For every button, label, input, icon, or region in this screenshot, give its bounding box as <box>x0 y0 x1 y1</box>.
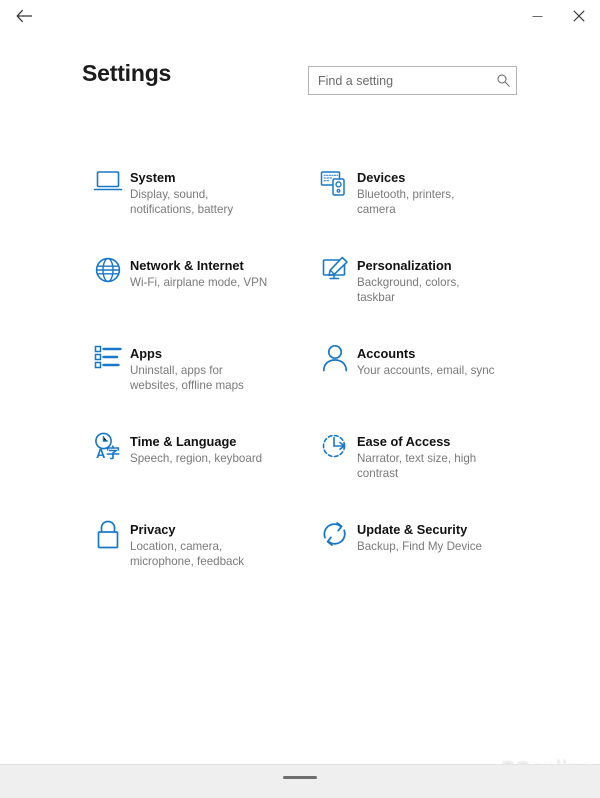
tile-description: Speech, region, keyboard <box>130 452 263 465</box>
tile-title: Time & Language <box>130 434 237 449</box>
bottom-bar <box>0 764 600 798</box>
globe-icon <box>86 255 130 296</box>
monitor-brush-icon <box>313 255 357 296</box>
tile-title: Privacy <box>130 522 176 537</box>
search-icon[interactable] <box>490 67 516 94</box>
tile-text: Accounts Your accounts, email, sync <box>357 343 494 378</box>
window-controls <box>516 0 600 32</box>
lock-icon <box>86 519 130 560</box>
tile-text: Personalization Background, colors, task… <box>357 255 495 305</box>
tile-title: Accounts <box>357 346 416 361</box>
title-bar <box>0 0 600 32</box>
settings-tile-time-language[interactable]: A 字 Time & Language Speech, region, keyb… <box>86 431 316 505</box>
tile-title: Network & Internet <box>130 258 244 273</box>
tile-text: Update & Security Backup, Find My Device <box>357 519 482 554</box>
settings-tile-privacy[interactable]: Privacy Location, camera, microphone, fe… <box>86 519 316 593</box>
search-box[interactable] <box>308 66 517 95</box>
settings-tile-personalization[interactable]: Personalization Background, colors, task… <box>313 255 543 329</box>
tile-description: Display, sound, notifications, battery <box>130 188 234 216</box>
settings-tile-system[interactable]: System Display, sound, notifications, ba… <box>86 167 316 241</box>
settings-tile-update-security[interactable]: Update & Security Backup, Find My Device <box>313 519 543 593</box>
tile-title: System <box>130 170 176 185</box>
devices-icon <box>313 167 357 208</box>
tile-description: Bluetooth, printers, camera <box>357 188 455 216</box>
tile-title: Devices <box>357 170 406 185</box>
tile-description: Backup, Find My Device <box>357 540 483 553</box>
tile-text: Privacy Location, camera, microphone, fe… <box>130 519 268 569</box>
settings-tile-accounts[interactable]: Accounts Your accounts, email, sync <box>313 343 543 417</box>
tile-text: Network & Internet Wi-Fi, airplane mode,… <box>130 255 267 290</box>
minimize-button[interactable] <box>516 0 558 32</box>
tile-description: Narrator, text size, high contrast <box>357 452 477 480</box>
tile-text: Ease of Access Narrator, text size, high… <box>357 431 495 481</box>
tile-title: Apps <box>130 346 162 361</box>
clock-language-icon: A 字 <box>86 431 130 472</box>
tile-text: System Display, sound, notifications, ba… <box>130 167 268 217</box>
home-indicator[interactable] <box>283 776 317 779</box>
person-icon <box>313 343 357 384</box>
back-button[interactable] <box>4 0 44 32</box>
minimize-icon <box>532 15 542 17</box>
search-input[interactable] <box>309 67 490 94</box>
magnifier-icon <box>496 74 510 87</box>
settings-tile-apps[interactable]: Apps Uninstall, apps for websites, offli… <box>86 343 316 417</box>
tile-description: Your accounts, email, sync <box>357 364 495 377</box>
laptop-icon <box>86 167 130 208</box>
tile-description: Background, colors, taskbar <box>357 276 460 304</box>
list-icon <box>86 343 130 384</box>
settings-tile-ease-of-access[interactable]: Ease of Access Narrator, text size, high… <box>313 431 543 505</box>
close-icon <box>573 10 585 22</box>
tile-text: Time & Language Speech, region, keyboard <box>130 431 262 466</box>
page-title: Settings <box>82 60 172 86</box>
sync-arrows-icon <box>313 519 357 560</box>
back-arrow-icon <box>15 9 32 23</box>
settings-tile-network-internet[interactable]: Network & Internet Wi-Fi, airplane mode,… <box>86 255 316 329</box>
tile-title: Personalization <box>357 258 452 273</box>
tile-text: Apps Uninstall, apps for websites, offli… <box>130 343 268 393</box>
tile-title: Ease of Access <box>357 434 451 449</box>
tile-text: Devices Bluetooth, printers, camera <box>357 167 495 217</box>
tile-title: Update & Security <box>357 522 468 537</box>
tile-description: Wi-Fi, airplane mode, VPN <box>130 276 268 289</box>
close-button[interactable] <box>558 0 600 32</box>
settings-tile-devices[interactable]: Devices Bluetooth, printers, camera <box>313 167 543 241</box>
tile-description: Uninstall, apps for websites, offline ma… <box>130 364 244 392</box>
svg-text:字: 字 <box>106 445 120 462</box>
svg-text:A: A <box>96 446 106 461</box>
tile-description: Location, camera, microphone, feedback <box>130 540 245 568</box>
dashed-circle-arrow-icon <box>313 431 357 472</box>
